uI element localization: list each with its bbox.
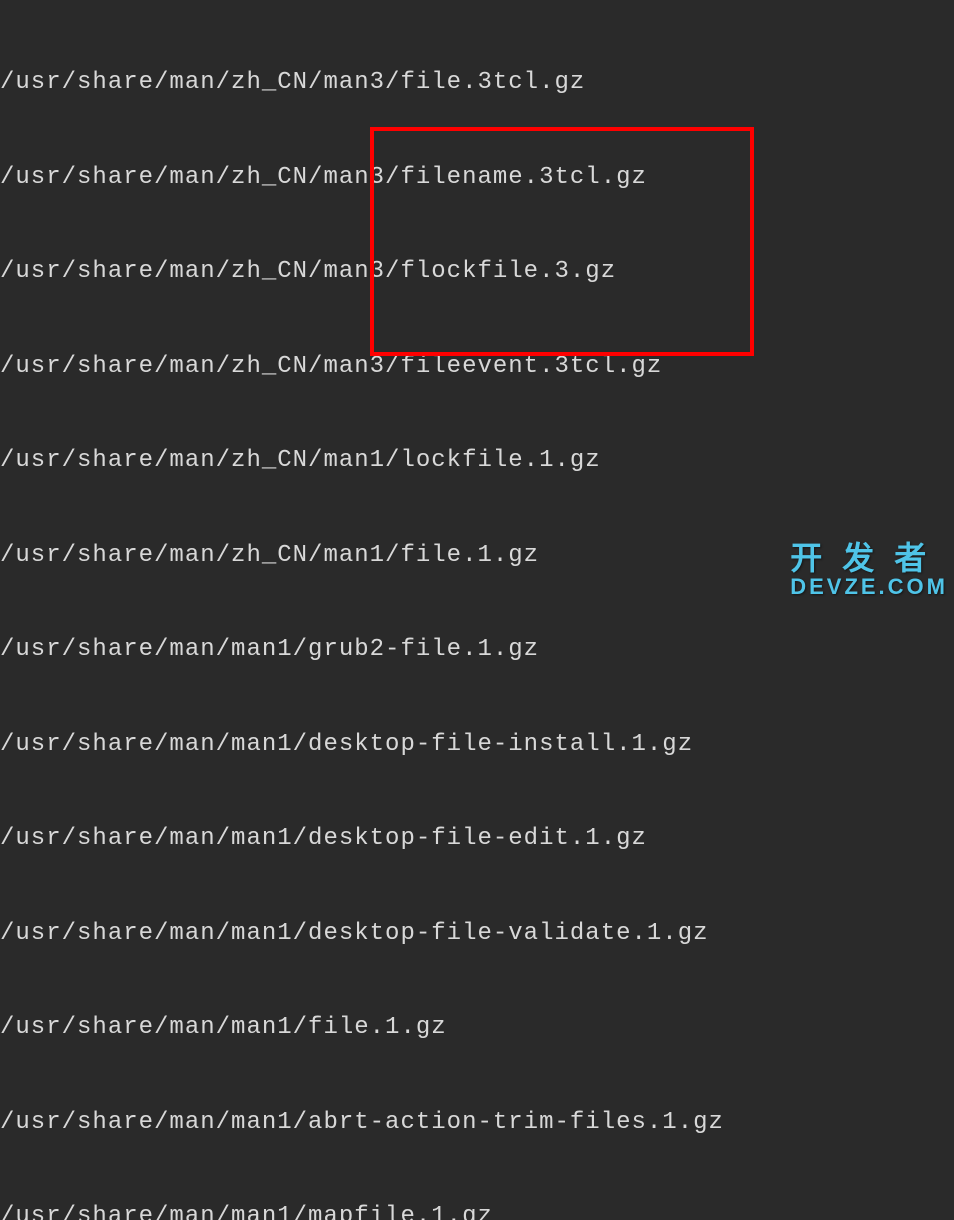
output-line: /usr/share/man/zh_CN/man3/file.3tcl.gz bbox=[0, 67, 954, 99]
output-line: /usr/share/man/man1/file.1.gz bbox=[0, 1012, 954, 1044]
output-line: /usr/share/man/man1/grub2-file.1.gz bbox=[0, 634, 954, 666]
output-line: /usr/share/man/zh_CN/man3/flockfile.3.gz bbox=[0, 256, 954, 288]
watermark-en-text: DEVZE.COM bbox=[790, 574, 948, 600]
output-line: /usr/share/man/man1/abrt-action-trim-fil… bbox=[0, 1107, 954, 1139]
output-line: /usr/share/man/zh_CN/man1/lockfile.1.gz bbox=[0, 445, 954, 477]
output-line: /usr/share/man/man1/mapfile.1.gz bbox=[0, 1201, 954, 1220]
terminal-output: /usr/share/man/zh_CN/man3/file.3tcl.gz /… bbox=[0, 4, 954, 1220]
output-line: /usr/share/man/zh_CN/man3/fileevent.3tcl… bbox=[0, 351, 954, 383]
output-line: /usr/share/man/man1/desktop-file-install… bbox=[0, 729, 954, 761]
output-line: /usr/share/man/zh_CN/man3/filename.3tcl.… bbox=[0, 162, 954, 194]
output-line: /usr/share/man/man1/desktop-file-edit.1.… bbox=[0, 823, 954, 855]
watermark-cn-text: 开发者 bbox=[790, 533, 948, 579]
watermark: 开发者 DEVZE.COM bbox=[790, 533, 948, 600]
output-line: /usr/share/man/man1/desktop-file-validat… bbox=[0, 918, 954, 950]
